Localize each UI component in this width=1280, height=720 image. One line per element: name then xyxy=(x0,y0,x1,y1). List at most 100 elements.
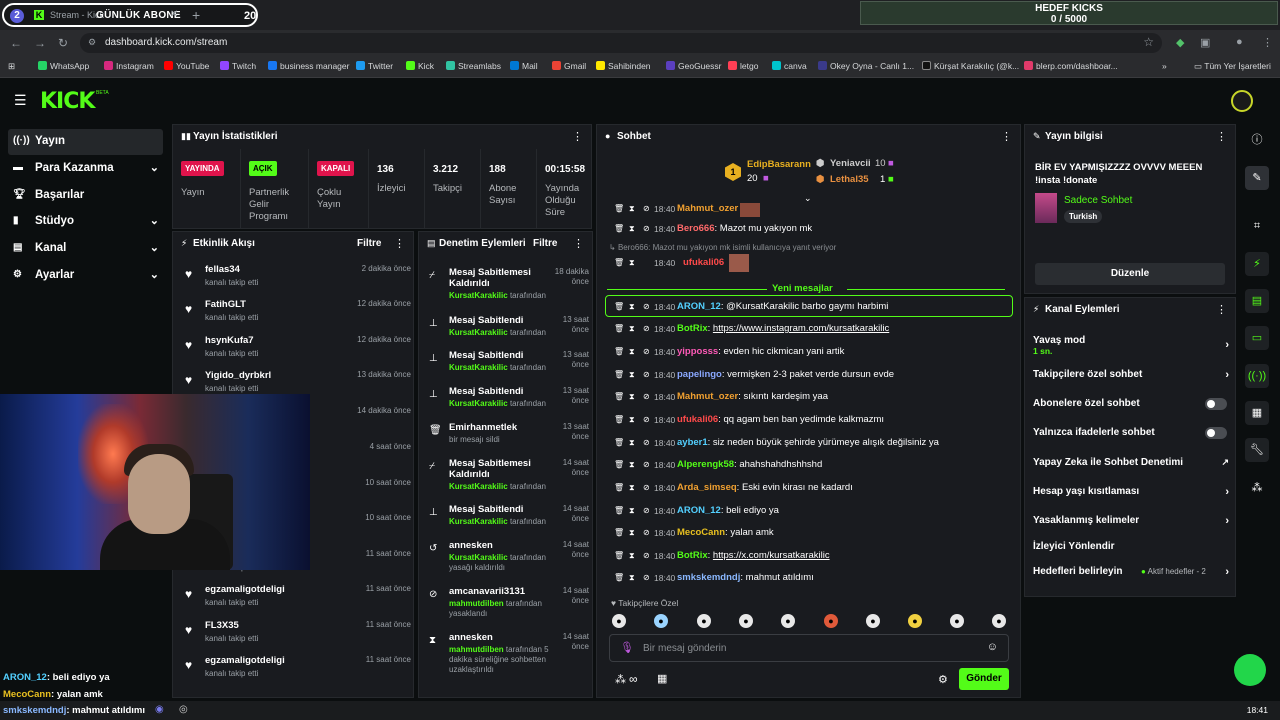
event-username[interactable]: FL3X35 xyxy=(205,620,239,631)
more-options-icon[interactable]: ⋮ xyxy=(1001,130,1012,143)
profile-avatar-icon[interactable]: ● xyxy=(1236,36,1243,48)
ban-icon[interactable]: ⊘ xyxy=(643,224,650,233)
delete-icon[interactable]: 🗑︎ xyxy=(614,204,624,213)
ban-icon[interactable]: ⊘ xyxy=(643,204,650,213)
delete-icon[interactable]: 🗑︎ xyxy=(614,224,624,233)
bookmark-streamlabs[interactable]: Streamlabs xyxy=(446,61,501,71)
sidebar-item-basarilar[interactable]: 🏆︎ Başarılar xyxy=(8,183,163,209)
timeout-icon[interactable]: ⧗ xyxy=(629,460,635,470)
ban-icon[interactable]: ⊘ xyxy=(643,551,650,560)
event-username[interactable]: hsynKufa7 xyxy=(205,335,254,346)
chat-message[interactable]: 🗑︎ ⧗ ⊘ 18:40 Mahmut_ozer xyxy=(607,200,1005,220)
chat-message[interactable]: 🗑︎ ⧗ ⊘ 18:40 BotRix: https://x.com/kursatkar… xyxy=(607,547,1005,567)
user-avatar[interactable] xyxy=(1231,90,1253,112)
infinity-icon[interactable]: ∞ xyxy=(629,672,638,686)
chat-message[interactable]: 🗑︎ ⧗ ⊘ 18:40 Alperengk58: ahahshahdhshhshd xyxy=(607,456,1005,476)
chat-input[interactable]: 🎙︎ Bir mesaj gönderin ☺ xyxy=(609,634,1009,662)
chat-username[interactable]: ufukali06 xyxy=(677,414,718,425)
bookmark-twitch[interactable]: Twitch xyxy=(220,61,256,71)
shield-extension-icon[interactable]: ◆ xyxy=(1176,36,1184,49)
ban-icon[interactable]: ⊘ xyxy=(643,528,650,537)
emote-button[interactable]: ● xyxy=(824,614,838,628)
ban-icon[interactable]: ⊘ xyxy=(643,573,650,582)
event-row[interactable]: ♥ fellas34 kanalı takip etti 2 dakika önce xyxy=(183,262,413,296)
forward-icon[interactable]: → xyxy=(34,36,46,50)
delete-icon[interactable]: 🗑︎ xyxy=(614,573,624,582)
event-username[interactable]: egzamaligotdeligi xyxy=(205,655,285,666)
users-icon[interactable]: ⁂ xyxy=(1245,476,1269,500)
ban-icon[interactable]: ⊘ xyxy=(643,460,650,469)
browser-tab[interactable]: 2 K Stream - Kick GÜNLÜK ABONE ✕ + 20 xyxy=(2,3,258,27)
leader-2-name[interactable]: Yeniavcii xyxy=(830,158,871,169)
timeout-icon[interactable]: ⧗ xyxy=(629,415,635,425)
chat-username[interactable]: Mahmut_ozer xyxy=(677,203,738,214)
discord-icon[interactable]: ◉ xyxy=(155,704,164,715)
more-options-icon[interactable]: ⋮ xyxy=(572,130,583,143)
chat-username[interactable]: Arda_simseq xyxy=(677,482,737,493)
chat-message[interactable]: 🗑︎ ⧗ ⊘ 18:40 ARON_12: beli ediyo ya xyxy=(607,502,1005,522)
chat-message[interactable]: 🗑︎ ⧗ ⊘ 18:40 yipposss: evden hic cikmican ya… xyxy=(607,343,1005,363)
event-row[interactable]: ♥ hsynKufa7 kanalı takip etti 12 dakika önc… xyxy=(183,333,413,367)
chat-username[interactable]: ARON_12 xyxy=(677,505,721,516)
event-row[interactable]: ♥ FL3X35 kanalı takip etti 11 saat önce xyxy=(183,618,413,652)
chat-settings-icon[interactable]: ⚙ xyxy=(938,673,948,686)
sidebar-item-ayarlar[interactable]: ⚙ Ayarlar ⌄ xyxy=(8,263,163,289)
chat-message[interactable]: 🗑︎ ⧗ ⊘ 18:40 Arda_simseq: Eski evin kirası n… xyxy=(607,479,1005,499)
edit-icon[interactable]: ✎ xyxy=(1245,166,1269,190)
timeout-icon[interactable]: ⧗ xyxy=(629,324,635,334)
ban-icon[interactable]: ⊘ xyxy=(643,438,650,447)
event-row[interactable]: ♥ egzamaligotdeligi kanalı takip etti 11 sa… xyxy=(183,582,413,616)
timeout-icon[interactable]: ⧗ xyxy=(629,573,635,583)
timeout-icon[interactable]: ⧗ xyxy=(629,258,635,268)
bookmark-canva[interactable]: canva xyxy=(772,61,807,71)
timeout-icon[interactable]: ⧗ xyxy=(629,438,635,448)
bookmark-twitter[interactable]: Twitter xyxy=(356,61,393,71)
banned-words-item[interactable]: Yasaklanmış kelimeler › xyxy=(1033,515,1229,527)
close-tab-icon[interactable]: ✕ xyxy=(170,9,178,20)
mic-icon[interactable]: 🎙︎ xyxy=(620,641,634,654)
bookmark-tiktok[interactable]: Kürşat Karakılıç (@k... xyxy=(922,61,1019,71)
delete-icon[interactable]: 🗑︎ xyxy=(614,324,624,333)
chat-username[interactable]: Mahmut_ozer xyxy=(677,391,738,402)
url-input[interactable]: ⚙ dashboard.kick.com/stream ☆ xyxy=(80,33,1162,53)
moderator-name[interactable]: mahmutdilben xyxy=(449,599,504,608)
event-row[interactable]: ♥ egzamaligotdeligi kanalı takip etti 11 sa… xyxy=(183,653,413,687)
chat-username[interactable]: BotRix xyxy=(677,323,708,334)
emote-button[interactable]: ● xyxy=(697,614,711,628)
chat-username[interactable]: ufukali06 xyxy=(683,257,724,268)
broadcast-icon[interactable]: ((·)) xyxy=(1245,364,1269,388)
emote-button[interactable]: ● xyxy=(654,614,668,628)
ban-icon[interactable]: ⊘ xyxy=(643,370,650,379)
bookmark-sahibinden[interactable]: Sahibinden xyxy=(596,61,651,71)
more-options-icon[interactable]: ⋮ xyxy=(1216,130,1227,143)
chat-message[interactable]: 🗑︎ ⧗ ⊘ 18:40 papelingo: vermişken 2-3 paket … xyxy=(607,366,1005,386)
chat-username[interactable]: BotRix xyxy=(677,550,708,561)
users-icon[interactable]: ⁂ xyxy=(615,673,626,686)
moderator-name[interactable]: KursatKarakilic xyxy=(449,553,508,562)
more-options-icon[interactable]: ⋮ xyxy=(1216,303,1227,316)
chat-username[interactable]: Bero666 xyxy=(677,223,715,234)
delete-icon[interactable]: 🗑︎ xyxy=(614,347,624,356)
moderator-name[interactable]: mahmutdilben xyxy=(449,645,504,654)
delete-icon[interactable]: 🗑︎ xyxy=(614,551,624,560)
sidebar-item-studyo[interactable]: ▮ Stüdyo ⌄ xyxy=(8,209,163,235)
ban-icon[interactable]: ⊘ xyxy=(643,415,650,424)
delete-icon[interactable]: 🗑︎ xyxy=(614,392,624,401)
chat-message[interactable]: 🗑︎ ⧗ 18:40 ufukali06 xyxy=(607,254,1005,274)
sidebar-item-kanal[interactable]: ▤ Kanal ⌄ xyxy=(8,236,163,262)
edit-button[interactable]: Düzenle xyxy=(1035,263,1225,285)
new-tab-icon[interactable]: + xyxy=(192,7,200,23)
moderator-name[interactable]: KursatKarakilic xyxy=(449,482,508,491)
timeout-icon[interactable]: ⧗ xyxy=(629,347,635,357)
emote-button[interactable]: ● xyxy=(781,614,795,628)
bookmark-gmail[interactable]: Gmail xyxy=(552,61,586,71)
event-row[interactable]: ♥ FatihGLT kanalı takip etti 12 dakika önce xyxy=(183,297,413,331)
moderator-name[interactable]: KursatKarakilic xyxy=(449,328,508,337)
event-username[interactable]: egzamaligotdeligi xyxy=(205,584,285,595)
ban-icon[interactable]: ⊘ xyxy=(643,302,650,311)
emote-button[interactable]: ● xyxy=(950,614,964,628)
chat-username[interactable]: Alperengk58 xyxy=(677,459,734,470)
send-button[interactable]: Gönder xyxy=(959,668,1009,690)
chat-link[interactable]: https://x.com/kursatkarakilic xyxy=(713,550,830,561)
event-username[interactable]: fellas34 xyxy=(205,264,240,275)
